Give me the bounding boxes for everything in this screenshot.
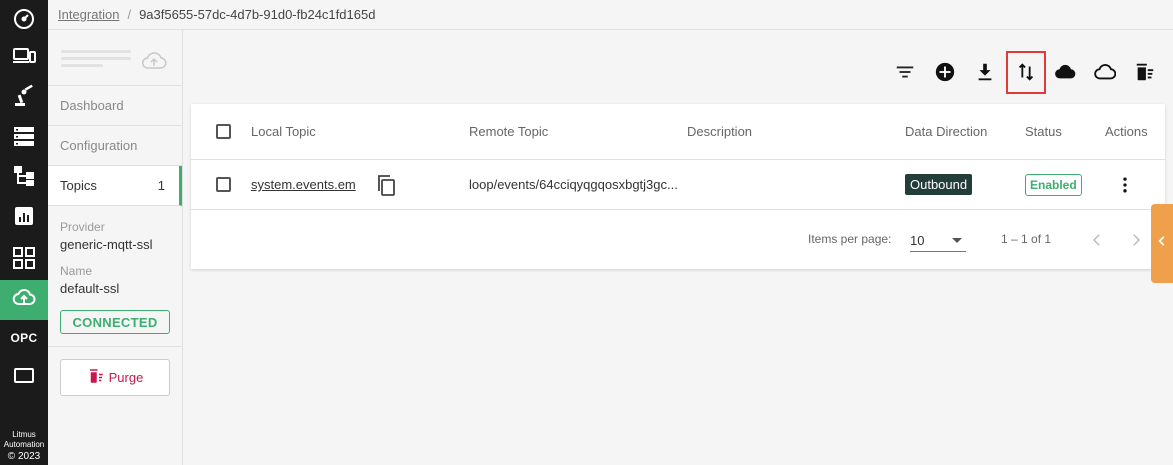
column-status[interactable]: Status xyxy=(1025,104,1062,159)
cloud-upload-outline-icon xyxy=(140,50,168,70)
topics-table: Local Topic Remote Topic Description Dat… xyxy=(191,104,1165,269)
sidebar-item-topics-count: 1 xyxy=(157,178,165,193)
provider-logo xyxy=(48,30,182,86)
column-description[interactable]: Description xyxy=(687,104,752,159)
provider-label: Provider xyxy=(60,220,105,234)
sidebar-divider xyxy=(48,346,182,347)
table-header: Local Topic Remote Topic Description Dat… xyxy=(191,104,1165,160)
rail-item-apps[interactable] xyxy=(0,240,48,280)
rail-item-analytics[interactable] xyxy=(0,198,48,238)
highlight-frame xyxy=(1006,51,1046,94)
column-data-direction[interactable]: Data Direction xyxy=(905,104,987,159)
previous-page-icon[interactable] xyxy=(1085,228,1109,252)
side-panel-toggle[interactable] xyxy=(1151,204,1173,283)
screen-icon xyxy=(12,364,36,393)
column-local-topic[interactable]: Local Topic xyxy=(251,104,316,159)
cloud-filled-icon[interactable] xyxy=(1053,60,1077,84)
rail-footer: Litmus Automation © 2023 xyxy=(0,430,48,463)
select-all-checkbox[interactable] xyxy=(216,104,231,159)
rail-item-servers[interactable] xyxy=(0,118,48,158)
footer-brand-line2: Automation xyxy=(3,440,45,449)
delete-all-icon[interactable] xyxy=(1133,60,1157,84)
breadcrumb-integration-link[interactable]: Integration xyxy=(58,7,119,22)
footer-brand-line1: Litmus xyxy=(12,430,36,439)
next-page-icon[interactable] xyxy=(1124,228,1148,252)
remote-topic-value: loop/events/64cciqyqgqosxbgtj3gc... xyxy=(469,177,678,192)
row-checkbox[interactable] xyxy=(216,160,231,209)
sidebar-item-topics-label: Topics xyxy=(60,178,97,193)
row-actions-menu-icon[interactable] xyxy=(1115,160,1135,209)
items-per-page-select[interactable]: 10 xyxy=(910,230,966,252)
apps-grid-icon xyxy=(12,246,36,275)
connection-status-badge: CONNECTED xyxy=(60,310,170,334)
rail-item-dashboard[interactable] xyxy=(0,0,48,40)
filter-icon[interactable] xyxy=(893,60,917,84)
column-remote-topic[interactable]: Remote Topic xyxy=(469,104,548,159)
column-actions: Actions xyxy=(1105,124,1148,139)
paginator: Items per page: 10 1 – 1 of 1 xyxy=(191,210,1165,269)
breadcrumb: Integration / 9a3f5655-57dc-4d7b-91d0-fb… xyxy=(48,0,1173,30)
hierarchy-tree-icon xyxy=(12,164,36,193)
robot-arm-icon xyxy=(12,84,36,113)
purge-button-label: Purge xyxy=(108,370,144,385)
rail-item-robot[interactable] xyxy=(0,78,48,118)
integration-sidebar: Dashboard Configuration Topics 1 Provide… xyxy=(48,30,183,465)
logo-placeholder xyxy=(61,50,131,71)
rail-item-screen[interactable] xyxy=(0,358,48,398)
sidebar-item-topics[interactable]: Topics 1 xyxy=(48,166,182,206)
page-range-label: 1 – 1 of 1 xyxy=(1001,232,1052,246)
rail-item-hierarchy[interactable] xyxy=(0,158,48,198)
purge-button[interactable]: Purge xyxy=(60,359,170,396)
name-value: default-ssl xyxy=(60,281,120,296)
provider-value: generic-mqtt-ssl xyxy=(60,237,153,252)
rail-item-devices[interactable] xyxy=(0,38,48,78)
sidebar-item-dashboard[interactable]: Dashboard xyxy=(48,86,182,126)
table-row: system.events.em loop/events/64cciqyqgqo… xyxy=(191,160,1165,210)
sidebar-item-configuration[interactable]: Configuration xyxy=(48,126,182,166)
items-per-page-value: 10 xyxy=(910,233,925,248)
direction-badge: Outbound xyxy=(905,174,973,195)
download-icon[interactable] xyxy=(973,60,997,84)
chevron-left-icon xyxy=(1155,234,1169,253)
breadcrumb-separator: / xyxy=(127,7,132,22)
dashboard-gauge-icon xyxy=(12,6,36,35)
rail-item-opc[interactable]: OPC xyxy=(0,318,48,358)
server-list-icon xyxy=(12,124,36,153)
footer-copyright: © 2023 xyxy=(7,451,41,462)
analytics-chart-icon xyxy=(12,204,36,233)
cloud-upload-icon xyxy=(12,286,36,315)
app-rail: OPC Litmus Automation © 2023 xyxy=(0,0,48,465)
local-topic-link[interactable]: system.events.em xyxy=(251,177,356,192)
devices-icon xyxy=(12,44,36,73)
chevron-down-icon xyxy=(952,238,962,243)
copy-icon[interactable] xyxy=(374,160,398,209)
purge-trash-icon xyxy=(87,367,105,388)
status-badge: Enabled xyxy=(1025,173,1082,196)
breadcrumb-current: 9a3f5655-57dc-4d7b-91d0-fb24c1fd165d xyxy=(139,7,376,22)
name-label: Name xyxy=(60,264,93,278)
add-circle-icon[interactable] xyxy=(933,60,957,84)
items-per-page-label: Items per page: xyxy=(808,232,892,246)
rail-item-integration[interactable] xyxy=(0,280,48,320)
cloud-outline-icon[interactable] xyxy=(1093,60,1117,84)
